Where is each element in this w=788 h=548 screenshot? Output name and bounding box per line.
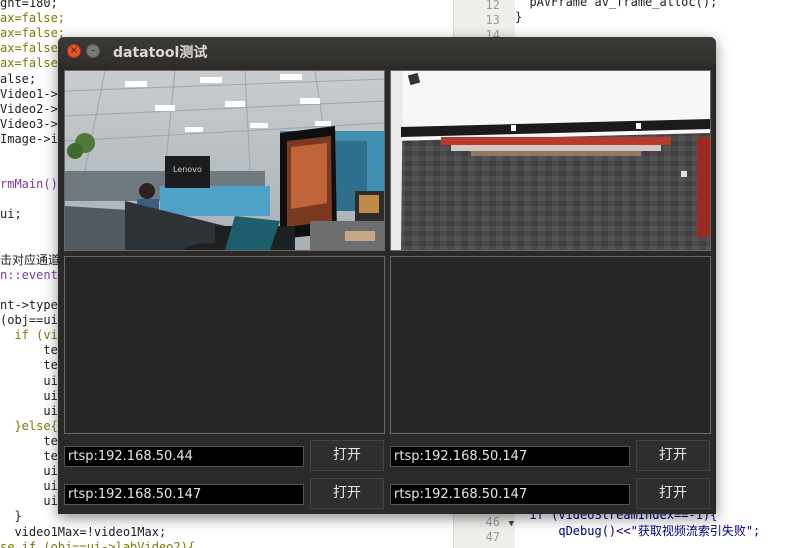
- video-panel-4[interactable]: [390, 256, 711, 434]
- video-panel-2[interactable]: [390, 70, 711, 251]
- code-line: (obj==ui: [0, 313, 58, 328]
- code-line: Video2->: [0, 101, 58, 116]
- code-line: ax=false;: [0, 56, 66, 71]
- video-panel-1[interactable]: Lenovo: [64, 70, 385, 251]
- open-button-2[interactable]: 打开: [636, 440, 710, 471]
- code-line: ui-: [0, 373, 66, 388]
- code-line: }else{: [0, 418, 58, 433]
- window-content: Lenovo rtsp:192.168.50.44 打开 rtsp:192.16…: [58, 66, 716, 514]
- code-line: nt->type: [0, 298, 58, 312]
- line-number: 12: [485, 0, 500, 12]
- office-camera-feed: Lenovo: [65, 71, 384, 250]
- line-number: 46: [485, 515, 500, 529]
- code-line: tem: [0, 449, 66, 463]
- line-number: 47: [485, 530, 500, 544]
- stream-url-input-1[interactable]: rtsp:192.168.50.44: [64, 446, 304, 467]
- code-line: Image->i: [0, 131, 58, 146]
- minimize-icon: –: [90, 45, 96, 56]
- open-button-1[interactable]: 打开: [310, 440, 384, 471]
- code-line: alse;: [0, 71, 37, 86]
- open-button-4[interactable]: 打开: [636, 478, 710, 509]
- code-line: ui-: [0, 494, 66, 509]
- code-line: rmMain(): [0, 177, 58, 192]
- code-line: tem: [0, 433, 66, 448]
- code-line: ght=180;: [0, 0, 58, 10]
- code-line: Video1->: [0, 86, 58, 101]
- stream-url-input-4[interactable]: rtsp:192.168.50.147: [390, 484, 630, 505]
- minimize-button[interactable]: –: [86, 44, 100, 58]
- fold-arrow-icon[interactable]: ▼: [509, 519, 514, 529]
- code-line: }: [515, 10, 523, 25]
- line-number: 13: [485, 13, 500, 27]
- close-button[interactable]: ×: [67, 44, 81, 58]
- stream-url-input-2[interactable]: rtsp:192.168.50.147: [390, 446, 630, 467]
- overhead-camera-feed: [391, 71, 710, 250]
- video-panel-3[interactable]: [64, 256, 385, 434]
- code-line: ax=false;: [0, 11, 66, 26]
- code-line: ui;: [0, 207, 22, 222]
- code-line: se if (obj==ui->labVideo2){: [0, 539, 196, 548]
- datatool-window: × – datatool测试 Lenovo rtsp:192.168.50.44…: [58, 37, 716, 514]
- code-line: }: [0, 509, 22, 524]
- code-line: n::event: [0, 267, 58, 282]
- code-line: qDebug()<<"获取视频流索引失败";: [515, 523, 761, 538]
- close-icon: ×: [69, 45, 79, 56]
- open-button-3[interactable]: 打开: [310, 478, 384, 509]
- code-line: ui-: [0, 479, 66, 494]
- code-line: ui-: [0, 464, 66, 479]
- code-line: tem: [0, 343, 66, 358]
- window-titlebar[interactable]: × – datatool测试: [58, 37, 716, 66]
- code-line: tem: [0, 358, 66, 373]
- window-title: datatool测试: [113, 45, 208, 61]
- stream-url-input-3[interactable]: rtsp:192.168.50.147: [64, 484, 304, 505]
- code-line: 击对应通道: [0, 252, 61, 267]
- code-line: if (vid: [0, 328, 66, 343]
- code-line: video1Max=!video1Max;: [0, 524, 167, 539]
- code-line: Video3->: [0, 116, 58, 131]
- code-line: pAVFrame av_frame_alloc();: [515, 0, 718, 9]
- code-line: ax=false;: [0, 41, 66, 56]
- code-line: ui-: [0, 388, 66, 403]
- lenovo-label: Lenovo: [173, 165, 202, 174]
- code-line: ui-: [0, 403, 66, 418]
- code-line: ax=false;: [0, 26, 66, 41]
